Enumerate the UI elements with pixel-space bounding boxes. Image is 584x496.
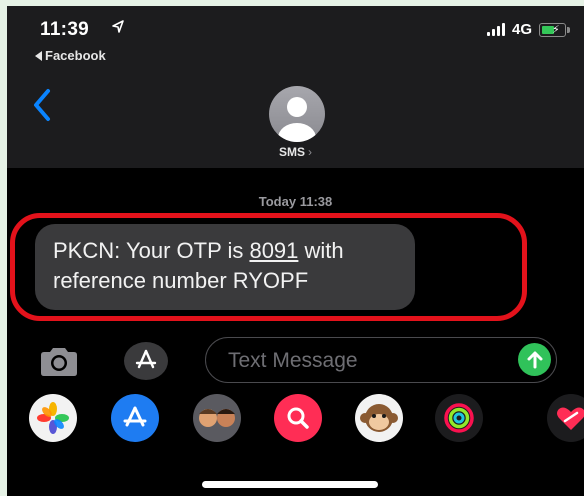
- back-triangle-icon: [35, 51, 42, 61]
- contact-avatar[interactable]: [269, 86, 325, 142]
- camera-icon[interactable]: [37, 345, 81, 379]
- photos-icon[interactable]: [29, 394, 77, 442]
- arrow-up-icon: [527, 351, 542, 368]
- digital-touch-icon[interactable]: [547, 394, 584, 442]
- animoji-icon[interactable]: [355, 394, 403, 442]
- text-message-field[interactable]: [205, 337, 557, 383]
- status-time: 11:39: [40, 19, 90, 40]
- activity-icon[interactable]: [435, 394, 483, 442]
- app-store-icon[interactable]: [111, 394, 159, 442]
- app-store-button[interactable]: [124, 342, 168, 380]
- red-annotation-outline: [10, 213, 527, 321]
- phone-screen: 11:39 Facebook 4G ⚡ SMS › Today 11:38 PK…: [7, 6, 584, 496]
- status-indicators: 4G ⚡: [486, 21, 570, 38]
- contact-name-row[interactable]: SMS ›: [7, 145, 584, 159]
- home-indicator[interactable]: [202, 481, 378, 488]
- signal-bars-icon: [486, 23, 505, 36]
- battery-icon: ⚡: [539, 22, 570, 37]
- message-timestamp: Today 11:38: [258, 194, 333, 209]
- imessage-app-drawer: [7, 394, 584, 444]
- memoji-icon[interactable]: [193, 394, 241, 442]
- app-store-glyph-icon: [135, 349, 157, 369]
- network-type: 4G: [511, 21, 532, 38]
- conversation-header: 11:39 Facebook 4G ⚡ SMS ›: [7, 6, 584, 168]
- message-input[interactable]: [226, 346, 500, 376]
- send-button[interactable]: [518, 343, 551, 376]
- back-to-app-link[interactable]: Facebook: [35, 48, 106, 63]
- location-arrow-icon: [112, 20, 124, 33]
- chevron-right-icon: ›: [308, 145, 312, 159]
- contact-name: SMS: [278, 145, 305, 159]
- image-search-icon[interactable]: [274, 394, 322, 442]
- back-chevron-icon[interactable]: [31, 88, 53, 122]
- back-app-label: Facebook: [45, 48, 106, 63]
- person-silhouette-icon: [278, 97, 316, 142]
